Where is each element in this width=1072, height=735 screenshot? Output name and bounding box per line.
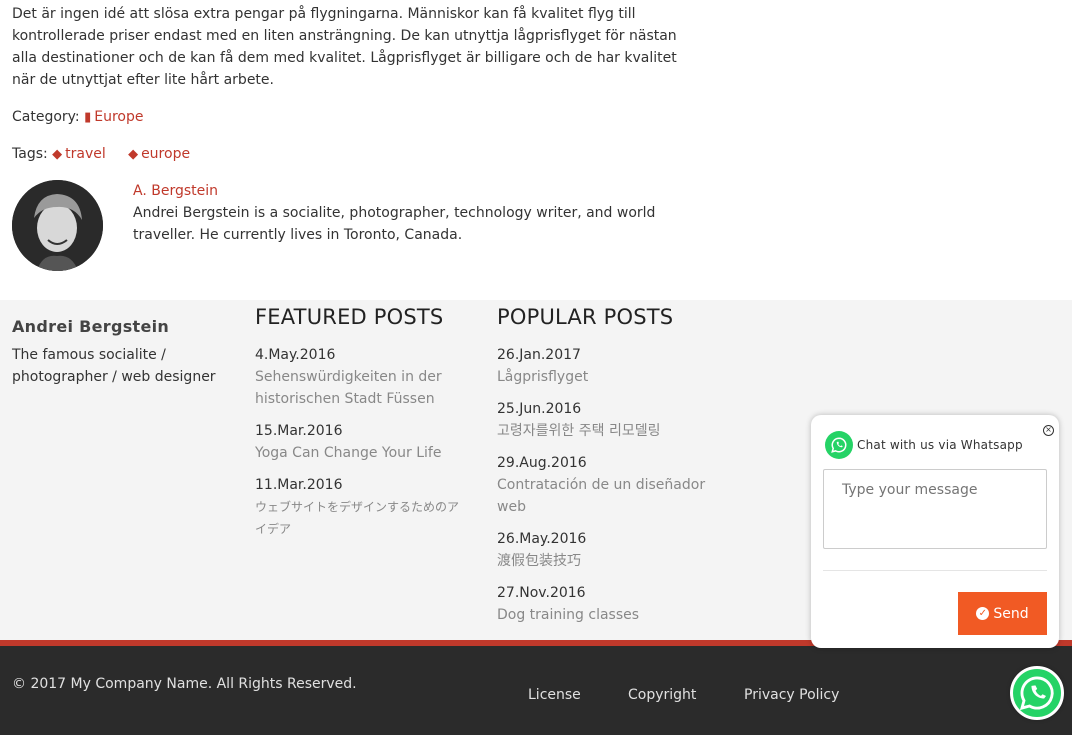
post-date: 4.May.2016 bbox=[255, 347, 336, 363]
bookmark-icon: ▮ bbox=[84, 110, 92, 125]
author-name-link[interactable]: A. Bergstein bbox=[133, 180, 218, 202]
privacy-policy-link[interactable]: Privacy Policy bbox=[744, 687, 839, 703]
tag-label: europe bbox=[141, 146, 191, 162]
post-title-link[interactable]: Yoga Can Change Your Life bbox=[255, 442, 470, 464]
article-body: Det är ingen idé att slösa extra pengar … bbox=[12, 3, 702, 91]
popular-post: 26.Jan.2017 Lågprisflyget bbox=[497, 344, 707, 388]
chat-divider bbox=[823, 570, 1047, 571]
post-title-link[interactable]: Dog training classes bbox=[497, 604, 707, 626]
post-title-link[interactable]: ウェブサイトをデザインするためのアイデア bbox=[255, 496, 470, 540]
tags-line: Tags: ◆ travel ◆ europe bbox=[12, 143, 190, 166]
whatsapp-chat-widget: × Chat with us via Whatsapp ✓ Send bbox=[811, 415, 1059, 648]
copyright-text: © 2017 My Company Name. All Rights Reser… bbox=[12, 676, 357, 692]
popular-posts-column: POPULAR POSTS 26.Jan.2017 Lågprisflyget … bbox=[497, 305, 707, 626]
license-link[interactable]: License bbox=[528, 687, 581, 703]
tag-icon: ◆ bbox=[128, 147, 139, 162]
article-text: Det är ingen idé att slösa extra pengar … bbox=[12, 6, 677, 88]
author-photo bbox=[12, 180, 103, 271]
send-label: Send bbox=[993, 605, 1029, 622]
bottom-footer: © 2017 My Company Name. All Rights Reser… bbox=[0, 646, 1072, 735]
author-avatar bbox=[12, 180, 103, 271]
category-label: Category: bbox=[12, 109, 80, 125]
footer-brand: Andrei Bergstein bbox=[12, 317, 170, 336]
featured-post: 4.May.2016 Sehenswürdigkeiten in der his… bbox=[255, 344, 470, 410]
featured-post: 15.Mar.2016 Yoga Can Change Your Life bbox=[255, 420, 470, 464]
featured-posts-heading: FEATURED POSTS bbox=[255, 305, 444, 329]
close-icon[interactable]: × bbox=[1043, 425, 1054, 436]
send-button[interactable]: ✓ Send bbox=[958, 592, 1047, 635]
tags-label: Tags: bbox=[12, 146, 48, 162]
post-date: 25.Jun.2016 bbox=[497, 401, 582, 417]
post-date: 26.May.2016 bbox=[497, 531, 587, 547]
post-title-link[interactable]: 渡假包装技巧 bbox=[497, 550, 707, 572]
popular-post: 26.May.2016 渡假包装技巧 bbox=[497, 528, 707, 572]
author-bio: Andrei Bergstein is a socialite, photogr… bbox=[133, 205, 656, 243]
post-title-link[interactable]: Contratación de un diseñador web bbox=[497, 474, 707, 518]
category-value: Europe bbox=[94, 109, 144, 125]
category-line: Category: ▮ Europe bbox=[12, 106, 144, 129]
featured-post: 11.Mar.2016 ウェブサイトをデザインするためのアイデア bbox=[255, 474, 470, 540]
post-date: 29.Aug.2016 bbox=[497, 455, 587, 471]
post-title-link[interactable]: Lågprisflyget bbox=[497, 366, 707, 388]
post-date: 15.Mar.2016 bbox=[255, 423, 343, 439]
featured-posts-column: FEATURED POSTS 4.May.2016 Sehenswürdigke… bbox=[255, 305, 470, 540]
post-date: 11.Mar.2016 bbox=[255, 477, 343, 493]
brand-column: Andrei Bergstein The famous socialite / … bbox=[12, 317, 227, 388]
post-date: 26.Jan.2017 bbox=[497, 347, 581, 363]
popular-post: 27.Nov.2016 Dog training classes bbox=[497, 582, 707, 626]
whatsapp-icon bbox=[825, 431, 853, 459]
copyright-link[interactable]: Copyright bbox=[628, 687, 696, 703]
tag-label: travel bbox=[65, 146, 106, 162]
whatsapp-icon bbox=[1019, 676, 1054, 711]
tag-link[interactable]: ◆ europe bbox=[128, 146, 190, 162]
popular-post: 25.Jun.2016 고령자를위한 주택 리모델링 bbox=[497, 398, 707, 442]
post-title-link[interactable]: Sehenswürdigkeiten in der historischen S… bbox=[255, 366, 470, 410]
post-date: 27.Nov.2016 bbox=[497, 585, 586, 601]
tag-icon: ◆ bbox=[52, 147, 63, 162]
popular-posts-heading: POPULAR POSTS bbox=[497, 305, 674, 329]
footer-tagline: The famous socialite / photographer / we… bbox=[12, 347, 216, 385]
category-link[interactable]: ▮ Europe bbox=[84, 109, 143, 125]
popular-post: 29.Aug.2016 Contratación de un diseñador… bbox=[497, 452, 707, 518]
whatsapp-float-button[interactable] bbox=[1010, 666, 1064, 720]
check-circle-icon: ✓ bbox=[976, 607, 990, 620]
chat-header: Chat with us via Whatsapp bbox=[825, 431, 1023, 459]
post-title-link[interactable]: 고령자를위한 주택 리모델링 bbox=[497, 420, 707, 442]
tag-link[interactable]: ◆ travel bbox=[52, 146, 106, 162]
chat-title: Chat with us via Whatsapp bbox=[857, 438, 1023, 452]
chat-message-input[interactable] bbox=[823, 469, 1047, 549]
